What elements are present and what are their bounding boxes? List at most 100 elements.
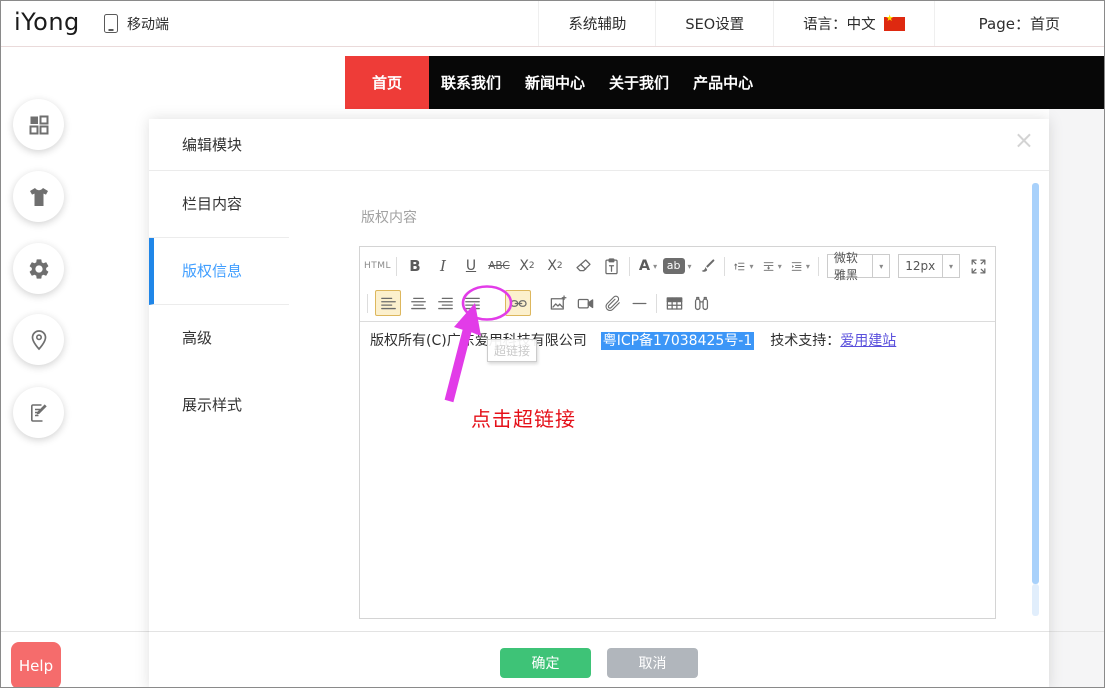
image-icon [549, 294, 568, 313]
find-replace-button[interactable] [691, 290, 711, 316]
modal-title: 编辑模块 [182, 119, 242, 171]
font-color-button[interactable]: A▾ [638, 253, 658, 279]
sidebar-modules-button[interactable] [13, 99, 64, 150]
nav-item-products[interactable]: 产品中心 [681, 56, 765, 109]
align-right-icon [436, 294, 455, 313]
copyright-text: 版权所有(C)广东爱用科技有限公司 [370, 333, 587, 349]
menu-item-advanced[interactable]: 高级 [149, 305, 289, 372]
font-family-select[interactable]: 微软雅黑 ▾ [827, 254, 890, 278]
cancel-button[interactable]: 取消 [607, 648, 698, 678]
indent-icon [790, 257, 803, 276]
underline-button[interactable]: U [461, 253, 481, 279]
bold-button[interactable]: B [405, 253, 425, 279]
language-menu[interactable]: 语言：中文 [773, 1, 934, 46]
editor-toolbar-row1: HTML B I U ABC X2 X2 A▾ ab▾ [360, 247, 995, 285]
chevron-down-icon: ▾ [750, 262, 754, 271]
subscript-button[interactable]: X2 [545, 253, 565, 279]
page-selector[interactable]: Page：首页 [934, 1, 1104, 46]
edit-note-icon [27, 401, 51, 425]
superscript-button[interactable]: X2 [517, 253, 537, 279]
eraser-icon [574, 257, 593, 276]
format-painter-button[interactable] [696, 253, 716, 279]
toolbar-separator [724, 257, 725, 276]
toolbar-separator [396, 257, 397, 276]
hyperlink-tooltip: 超链接 [487, 339, 537, 362]
rich-text-editor: HTML B I U ABC X2 X2 A▾ ab▾ [359, 246, 996, 619]
paragraph-spacing-icon [762, 257, 775, 276]
menu-item-copyright-info[interactable]: 版权信息 [149, 238, 289, 305]
china-flag-icon [884, 17, 905, 31]
topbar: iYong 移动端 系统辅助 SEO设置 语言：中文 Page：首页 [1, 1, 1104, 47]
clipboard-icon [602, 257, 621, 276]
language-label: 语言：中文 [803, 13, 876, 34]
system-help-menu[interactable]: 系统辅助 [538, 1, 655, 46]
nav-item-home[interactable]: 首页 [345, 56, 429, 109]
mobile-toggle[interactable]: 移动端 [104, 1, 169, 46]
toolbar-separator [367, 294, 368, 313]
format-eraser-button[interactable] [573, 253, 593, 279]
attachment-button[interactable] [602, 290, 622, 316]
strikethrough-button[interactable]: ABC [489, 253, 509, 279]
align-right-button[interactable] [435, 290, 455, 316]
justify-icon [463, 294, 482, 313]
align-left-icon [379, 294, 398, 313]
chevron-down-icon: ▾ [653, 262, 657, 271]
justify-button[interactable] [462, 290, 482, 316]
line-height-icon [733, 257, 746, 276]
close-icon[interactable]: × [1014, 128, 1034, 152]
insert-image-button[interactable] [548, 290, 568, 316]
sidebar-theme-button[interactable] [13, 171, 64, 222]
modal-footer: 确定 取消 [149, 631, 1049, 688]
line-height-button[interactable]: ▾ [733, 253, 753, 279]
modal-scrollbar-thumb[interactable] [1032, 183, 1039, 584]
chevron-down-icon: ▾ [872, 255, 889, 277]
brush-icon [697, 257, 716, 276]
fullscreen-button[interactable] [968, 253, 988, 279]
menu-item-column-content[interactable]: 栏目内容 [149, 171, 289, 238]
align-center-button[interactable] [408, 290, 428, 316]
modal-menu: 栏目内容 版权信息 高级 展示样式 [149, 171, 289, 439]
indent-button[interactable]: ▾ [790, 253, 810, 279]
background-color-button[interactable]: ab▾ [666, 253, 688, 279]
toolbar-separator [629, 257, 630, 276]
confirm-button[interactable]: 确定 [500, 648, 591, 678]
align-left-button[interactable] [375, 290, 401, 316]
nav-item-contact[interactable]: 联系我们 [429, 56, 513, 109]
font-size-select[interactable]: 12px ▾ [898, 254, 960, 278]
modules-grid-icon [27, 113, 51, 137]
modal-scrollbar-track [1032, 584, 1039, 616]
link-icon [509, 294, 528, 313]
support-link[interactable]: 爱用建站 [840, 333, 896, 349]
horizontal-rule-button[interactable] [629, 290, 649, 316]
chevron-down-icon: ▾ [688, 262, 692, 271]
editor-toolbar-row2 [360, 285, 995, 322]
seo-settings-menu[interactable]: SEO设置 [655, 1, 773, 46]
sidebar-location-button[interactable] [13, 314, 64, 365]
annotation-label: 点击超链接 [471, 403, 576, 432]
page-background [1049, 109, 1104, 687]
chevron-down-icon: ▾ [778, 262, 782, 271]
paste-button[interactable] [601, 253, 621, 279]
align-center-icon [409, 294, 428, 313]
help-button[interactable]: Help [11, 642, 61, 688]
html-source-button[interactable]: HTML [367, 253, 388, 279]
selected-text: 粤ICP备17038425号-1 [601, 332, 755, 350]
italic-button[interactable]: I [433, 253, 453, 279]
screen: iYong 移动端 系统辅助 SEO设置 语言：中文 Page：首页 首页 联系… [0, 0, 1105, 688]
editor-content[interactable]: 版权所有(C)广东爱用科技有限公司粤ICP备17038425号-1技术支持：爱用… [360, 322, 995, 361]
topbar-menu: 系统辅助 SEO设置 语言：中文 Page：首页 [538, 1, 1104, 46]
paragraph-spacing-button[interactable]: ▾ [762, 253, 782, 279]
hyperlink-button[interactable] [505, 290, 531, 316]
insert-video-button[interactable] [575, 290, 595, 316]
sidebar-edit-button[interactable] [13, 387, 64, 438]
menu-item-display-style[interactable]: 展示样式 [149, 372, 289, 439]
insert-table-button[interactable] [664, 290, 684, 316]
video-camera-icon [576, 294, 595, 313]
nav-item-about[interactable]: 关于我们 [597, 56, 681, 109]
horizontal-rule-icon [630, 294, 649, 313]
table-icon [665, 294, 684, 313]
sidebar-settings-button[interactable] [13, 243, 64, 294]
nav-item-news[interactable]: 新闻中心 [513, 56, 597, 109]
toolbar-separator [818, 257, 819, 276]
binoculars-icon [692, 294, 711, 313]
